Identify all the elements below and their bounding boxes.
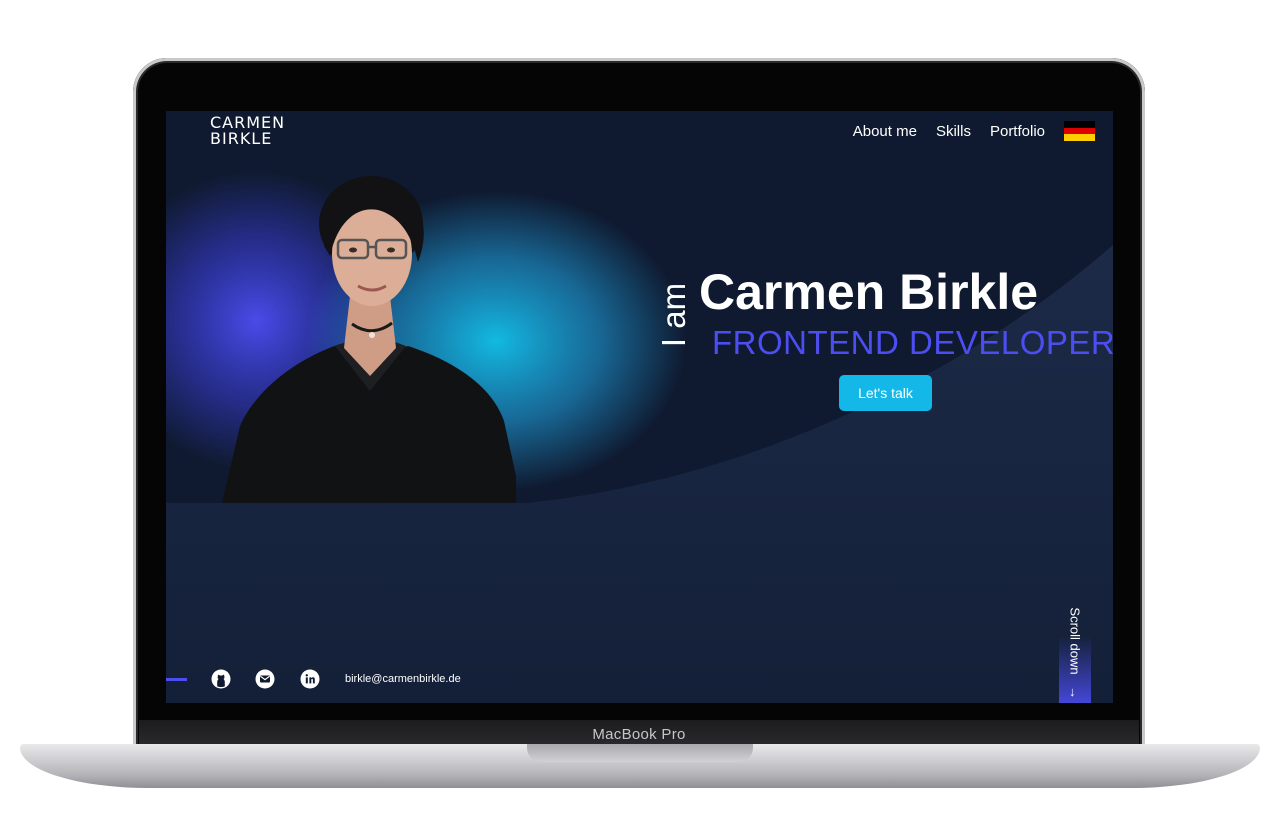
logo-line-2: BIRKLE [210, 129, 273, 148]
linkedin-icon[interactable] [300, 669, 320, 689]
nav-skills[interactable]: Skills [936, 123, 971, 140]
website-screen: CARMEN BIRKLE About me Skills Portfolio [166, 111, 1113, 703]
email-icon[interactable] [255, 669, 275, 689]
device-model-label: MacBook Pro [592, 725, 686, 743]
github-icon[interactable] [211, 669, 231, 689]
german-flag-icon[interactable] [1064, 121, 1095, 142]
main-nav: About me Skills Portfolio [853, 121, 1095, 142]
hero-intro-text: I am [655, 282, 692, 348]
nav-portfolio[interactable]: Portfolio [990, 123, 1045, 140]
lets-talk-button[interactable]: Let's talk [839, 375, 932, 411]
footer-email-link[interactable]: birkle@carmenbirkle.de [345, 673, 461, 685]
portrait-photo [222, 176, 516, 503]
hero-name: Carmen Birkle [699, 264, 1039, 320]
hero-intro: I am [655, 271, 692, 359]
scroll-down-label-wrap: Scroll down [1065, 597, 1085, 685]
hero-role: FRONTEND DEVELOPER [712, 324, 1113, 361]
arrow-down-icon[interactable]: ↓ [1069, 684, 1076, 699]
scroll-down-label: Scroll down [1067, 607, 1083, 675]
laptop-notch [527, 744, 753, 762]
site-logo[interactable]: CARMEN BIRKLE [210, 115, 285, 147]
footer-accent-bar [166, 678, 187, 681]
nav-about-me[interactable]: About me [853, 123, 917, 140]
